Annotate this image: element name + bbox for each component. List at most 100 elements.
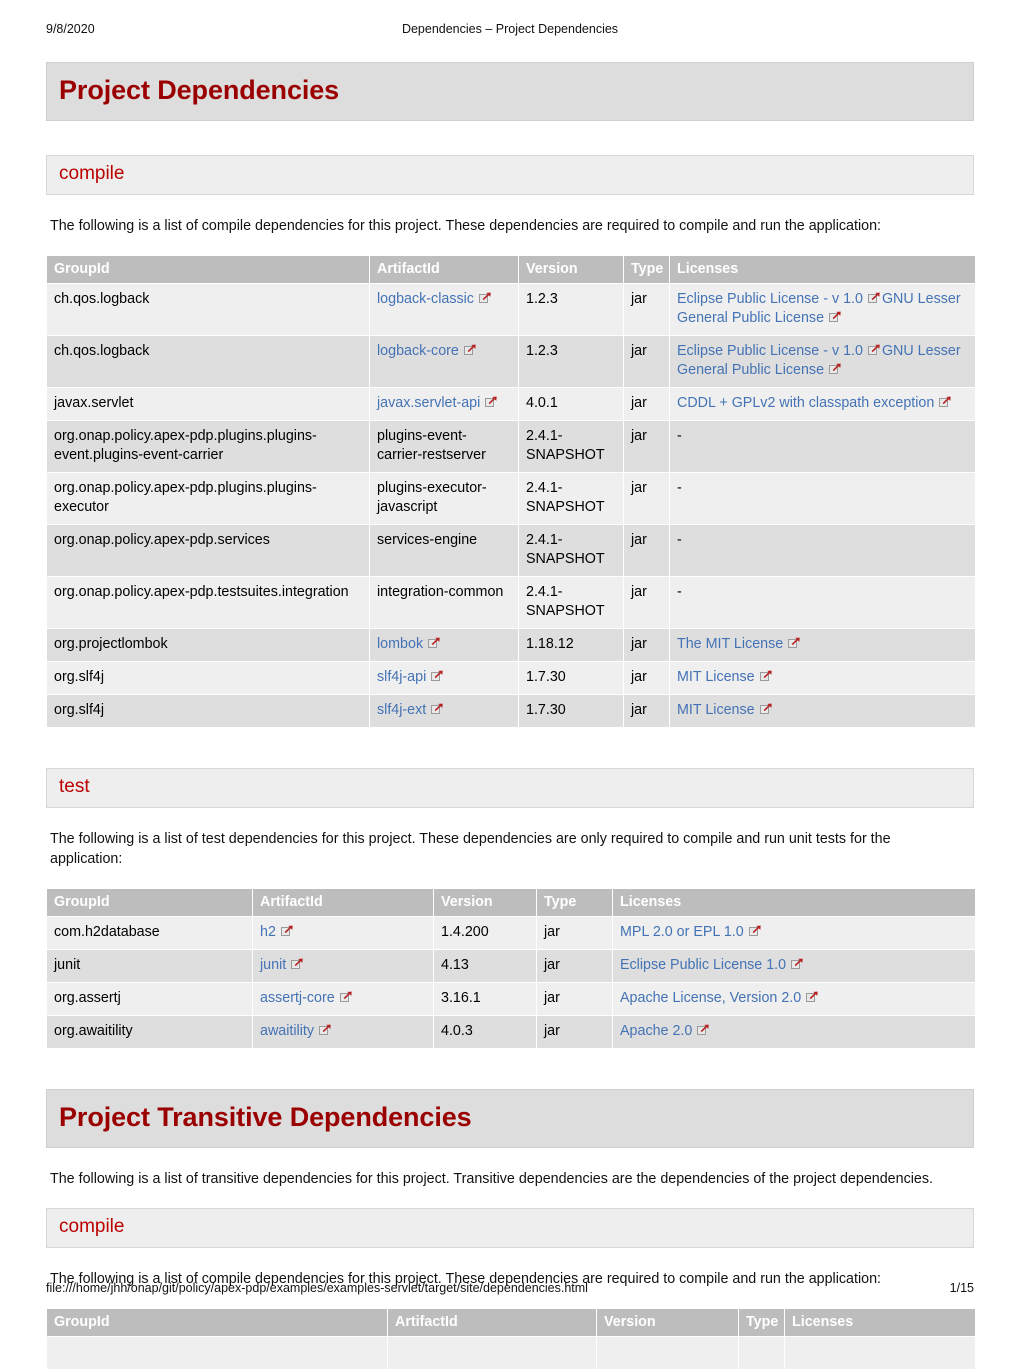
cell-version: 1.2.3 [519,283,623,335]
cell-group-id: junit [47,950,252,983]
table-row: ch.qos.logback logback-core 1.2.3 jar Eclip… [47,335,975,387]
column-header-artifactid: ArtifactId [253,889,433,917]
cell-artifact-id[interactable]: junit [253,950,433,983]
cell-type: jar [624,694,669,727]
external-link-icon [463,344,477,356]
cell-artifact-id[interactable]: h2 [253,917,433,950]
table-row [47,1336,975,1369]
cell-group-id: org.onap.policy.apex-pdp.services [47,524,369,576]
cell-licenses: - [670,420,975,472]
artifact-link[interactable]: logback-core [377,343,459,359]
cell-licenses: Apache License, Version 2.0 [613,983,975,1016]
cell-artifact-id[interactable]: javax.servlet-api [370,387,518,420]
external-link-icon [319,1024,332,1036]
cell-version: 3.16.1 [434,983,536,1016]
artifact-link[interactable]: lombok [377,636,423,652]
cell-version: 2.4.1-SNAPSHOT [519,576,623,628]
cell-licenses: MIT License [670,661,975,694]
external-link-icon [431,703,444,715]
cell-artifact-id[interactable]: assertj-core [253,983,433,1016]
compile-section-band: compile [46,155,974,195]
table-row: org.onap.policy.apex-pdp.testsuites.inte… [47,576,975,628]
cell-group-id: javax.servlet [47,387,369,420]
cell-licenses: - [670,472,975,524]
column-header-version: Version [597,1308,738,1336]
artifact-link[interactable]: logback-classic [377,291,474,307]
cell-artifact-id[interactable]: slf4j-ext [370,694,518,727]
cell-licenses: MPL 2.0 or EPL 1.0 [613,917,975,950]
license-link[interactable]: MIT License [677,669,755,685]
compile-dependencies-table: GroupId ArtifactId Version Type Licenses ch.… [46,254,976,728]
license-link[interactable]: MIT License [677,702,755,718]
artifact-link[interactable]: javax.servlet-api [377,395,480,411]
table-header-row: GroupId ArtifactId Version Type Licenses [47,889,975,917]
cell-artifact-id: plugins-event-carrier-restserver [370,420,518,472]
cell-version: 1.4.200 [434,917,536,950]
cell-group-id: ch.qos.logback [47,283,369,335]
cell-group-id: org.projectlombok [47,628,369,661]
cell-group-id [47,1336,387,1369]
external-link-icon [339,991,353,1003]
artifact-link[interactable]: slf4j-ext [377,702,426,718]
page-title: Project Dependencies [59,75,340,105]
license-link[interactable]: CDDL + GPLv2 with classpath exception [677,395,934,411]
column-header-version: Version [434,889,536,917]
external-link-icon [428,637,441,649]
table-header-row: GroupId ArtifactId Version Type Licenses [47,255,975,283]
license-link[interactable]: Eclipse Public License - v 1.0 [677,291,863,307]
cell-type: jar [624,576,669,628]
cell-version: 1.18.12 [519,628,623,661]
cell-artifact-id[interactable]: awaitility [253,1016,433,1049]
cell-group-id: org.awaitility [47,1016,252,1049]
license-link[interactable]: The MIT License [677,636,783,652]
table-row: org.assertj assertj-core 3.16.1 jar Apache … [47,983,975,1016]
artifact-link[interactable]: assertj-core [260,990,335,1006]
cell-type: jar [624,524,669,576]
cell-licenses: Apache 2.0 [613,1016,975,1049]
table-row: org.slf4j slf4j-ext 1.7.30 jar MIT License [47,694,975,727]
column-header-type: Type [739,1308,784,1336]
cell-type: jar [624,420,669,472]
cell-artifact-id [388,1336,596,1369]
cell-type: jar [537,983,612,1016]
artifact-link[interactable]: junit [260,957,286,973]
cell-type: jar [624,661,669,694]
transitive-title: Project Transitive Dependencies [59,1102,472,1133]
project-transitive-dependencies-band: Project Transitive Dependencies [46,1089,974,1149]
column-header-type: Type [537,889,612,917]
license-link[interactable]: Apache License, Version 2.0 [620,990,801,1006]
cell-type: jar [537,950,612,983]
cell-group-id: org.slf4j [47,694,369,727]
column-header-licenses: Licenses [785,1308,975,1336]
test-section-band: test [46,767,974,808]
artifact-link[interactable]: h2 [260,924,276,940]
artifact-link[interactable]: awaitility [260,1023,314,1039]
external-link-icon [431,670,444,682]
license-link[interactable]: Eclipse Public License - v 1.0 [677,343,863,359]
print-footer: file:///home/jhh/onap/git/policy/apex-pd… [46,1281,974,1299]
table-row: ch.qos.logback logback-classic 1.2.3 jar Ec… [47,283,975,335]
cell-version: 1.2.3 [519,335,623,387]
cell-group-id: org.onap.policy.apex-pdp.plugins.plugins… [47,472,369,524]
external-link-icon [867,292,881,304]
external-link-icon [759,670,773,682]
cell-artifact-id[interactable]: lombok [370,628,518,661]
transitive-compile-section-band: compile [46,1207,974,1248]
cell-group-id: com.h2database [47,917,252,950]
cell-version: 2.4.1-SNAPSHOT [519,524,623,576]
table-row: junit junit 4.13 jar Eclipse Public License… [47,950,975,983]
table-row: org.projectlombok lombok 1.18.12 jar The MI… [47,628,975,661]
cell-artifact-id[interactable]: logback-classic [370,283,518,335]
cell-artifact-id[interactable]: slf4j-api [370,661,518,694]
license-link[interactable]: Apache 2.0 [620,1023,692,1039]
table-row: org.slf4j slf4j-api 1.7.30 jar MIT License [47,661,975,694]
print-header: 9/8/2020 Dependencies – Project Dependen… [0,22,1020,40]
license-link[interactable]: MPL 2.0 or EPL 1.0 [620,924,744,940]
cell-type: jar [624,628,669,661]
artifact-link[interactable]: slf4j-api [377,669,426,685]
test-heading: test [59,775,90,797]
license-link[interactable]: Eclipse Public License 1.0 [620,957,786,973]
cell-artifact-id[interactable]: logback-core [370,335,518,387]
external-link-icon [291,958,304,970]
column-header-groupid: GroupId [47,889,252,917]
